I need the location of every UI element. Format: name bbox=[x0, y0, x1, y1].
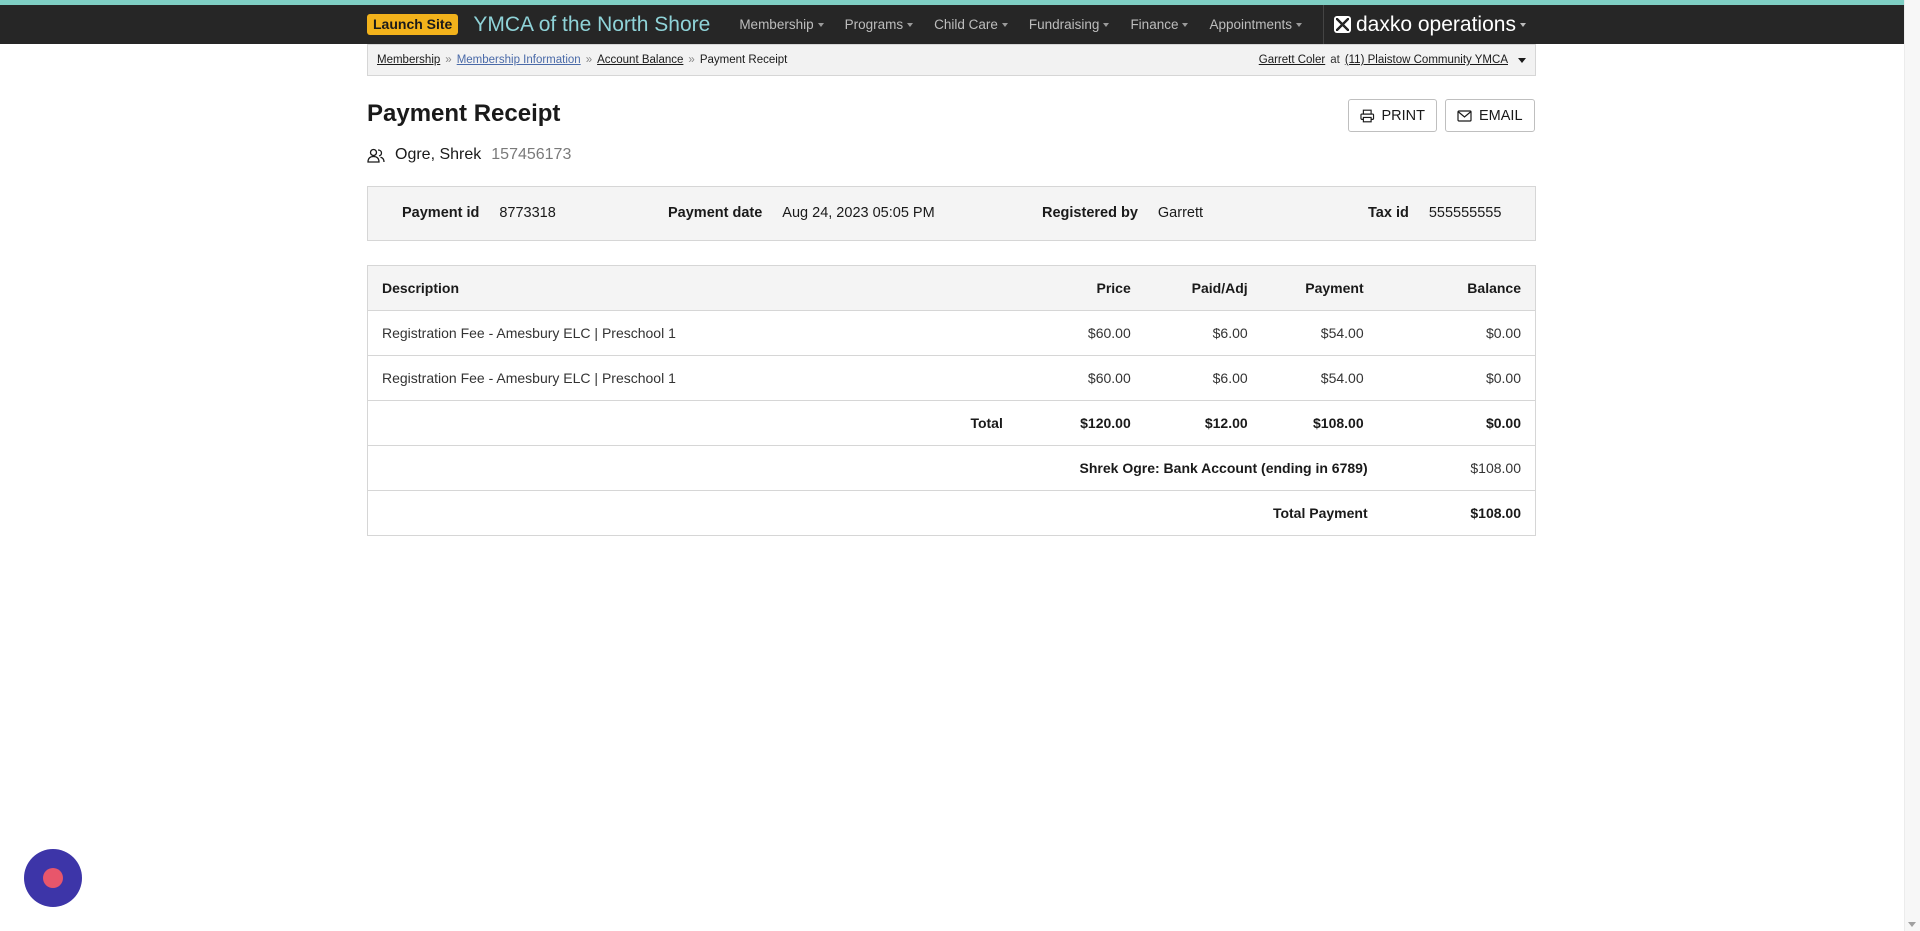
member-id: 157456173 bbox=[491, 146, 572, 163]
breadcrumb-link-membership[interactable]: Membership bbox=[377, 54, 440, 66]
organization-title[interactable]: YMCA of the North Shore bbox=[473, 13, 710, 37]
launch-site-button[interactable]: Launch Site bbox=[367, 14, 459, 35]
breadcrumb-link-account-balance[interactable]: Account Balance bbox=[597, 54, 683, 66]
nav-menu-label: Child Care bbox=[934, 17, 998, 32]
chevron-down-icon bbox=[1296, 22, 1303, 27]
total-payment-amount: $108.00 bbox=[1470, 505, 1521, 521]
payment-id-value: 8773318 bbox=[499, 205, 556, 221]
breadcrumb-separator: » bbox=[585, 54, 593, 66]
row-balance: $0.00 bbox=[1377, 355, 1536, 401]
row-paid-adj: $6.00 bbox=[1144, 310, 1262, 356]
vertical-scrollbar[interactable] bbox=[1904, 0, 1920, 931]
breadcrumb-current: Payment Receipt bbox=[699, 54, 788, 66]
current-user-link[interactable]: Garrett Coler bbox=[1259, 54, 1325, 66]
chevron-down-icon bbox=[1103, 22, 1110, 27]
breadcrumb-separator: » bbox=[688, 54, 695, 66]
table-row: Registration Fee - Amesbury ELC | Presch… bbox=[367, 310, 1536, 356]
payment-method-row: Shrek Ogre: Bank Account (ending in 6789… bbox=[367, 445, 1536, 491]
tax-id-field: Tax id 555555555 bbox=[1368, 205, 1501, 221]
row-description: Registration Fee - Amesbury ELC | Presch… bbox=[367, 355, 1017, 401]
email-button-label: EMAIL bbox=[1479, 107, 1523, 124]
row-paid-adj: $6.00 bbox=[1144, 355, 1262, 401]
page-title: Payment Receipt bbox=[367, 100, 561, 127]
nav-menu-label: Programs bbox=[844, 17, 904, 32]
member-name: Ogre, Shrek bbox=[395, 146, 482, 163]
total-payment-label: Total Payment bbox=[1272, 505, 1368, 521]
payment-items-table: Description Price Paid/Adj Payment Balan… bbox=[367, 265, 1536, 536]
total-payment: $108.00 bbox=[1261, 400, 1378, 446]
registered-by-value: Garrett bbox=[1157, 205, 1204, 221]
print-button[interactable]: PRINT bbox=[1348, 99, 1437, 132]
member-summary: Ogre, Shrek 157456173 bbox=[367, 145, 571, 165]
registered-by-label: Registered by bbox=[1042, 205, 1138, 221]
chevron-down-icon bbox=[907, 22, 914, 27]
breadcrumb-separator: » bbox=[445, 54, 452, 66]
chevron-down-icon bbox=[1001, 22, 1008, 27]
payment-id-label: Payment id bbox=[402, 205, 480, 221]
payment-date-label: Payment date bbox=[668, 205, 763, 221]
chevron-down-icon bbox=[817, 22, 824, 27]
print-button-label: PRINT bbox=[1381, 107, 1426, 124]
totals-row: Total $120.00 $12.00 $108.00 $0.00 bbox=[367, 400, 1536, 446]
top-navigation-bar: Launch Site YMCA of the North Shore Memb… bbox=[0, 5, 1904, 44]
payment-info-panel: Payment id 8773318 Payment date Aug 24, 20… bbox=[367, 186, 1536, 241]
payment-date-field: Payment date Aug 24, 2023 05:05 PM bbox=[668, 205, 935, 221]
payment-date-value: Aug 24, 2023 05:05 PM bbox=[782, 205, 935, 221]
chevron-down-icon bbox=[1519, 22, 1526, 27]
payment-method-label: Shrek Ogre: Bank Account (ending in 6789… bbox=[367, 445, 1378, 491]
total-balance: $0.00 bbox=[1377, 400, 1536, 446]
total-price: $120.00 bbox=[1016, 400, 1145, 446]
nav-menu-label: Appointments bbox=[1209, 17, 1293, 32]
registered-by-field: Registered by Garrett bbox=[1042, 205, 1203, 221]
nav-menu-child-care[interactable]: Child Care bbox=[934, 17, 1008, 32]
total-label: Total bbox=[367, 400, 1017, 446]
column-header-paid-adj: Paid/Adj bbox=[1144, 265, 1262, 311]
row-description: Registration Fee - Amesbury ELC | Presch… bbox=[367, 310, 1017, 356]
brand-label: daxko operations bbox=[1356, 12, 1516, 36]
nav-menu-label: Membership bbox=[739, 17, 814, 32]
payment-method-amount: $108.00 bbox=[1377, 445, 1536, 491]
email-button[interactable]: EMAIL bbox=[1445, 99, 1535, 132]
column-header-description: Description bbox=[367, 265, 1017, 311]
location-link[interactable]: (11) Plaistow Community YMCA bbox=[1345, 54, 1508, 66]
nav-menu-label: Finance bbox=[1130, 17, 1179, 32]
nav-menu-finance[interactable]: Finance bbox=[1130, 17, 1189, 32]
row-payment: $54.00 bbox=[1261, 355, 1378, 401]
table-row: Registration Fee - Amesbury ELC | Presch… bbox=[367, 355, 1536, 401]
nav-menu-programs[interactable]: Programs bbox=[845, 17, 914, 32]
row-price: $60.00 bbox=[1016, 310, 1145, 356]
envelope-icon bbox=[1457, 109, 1472, 122]
daxko-logo-icon bbox=[1334, 16, 1351, 33]
breadcrumb: Membership » Membership Information » Ac… bbox=[367, 44, 1536, 76]
breadcrumb-link-membership-information[interactable]: Membership Information bbox=[457, 54, 581, 66]
total-payment-row: Total Payment $108.00 bbox=[368, 491, 1536, 536]
nav-menu-label: Fundraising bbox=[1028, 17, 1100, 32]
chat-launcher-icon bbox=[43, 868, 63, 888]
scroll-down-arrow-icon[interactable] bbox=[1908, 922, 1916, 927]
table-header-row: Description Price Paid/Adj Payment Balan… bbox=[367, 265, 1536, 311]
user-location-area: Garrett Coler at (11) Plaistow Community… bbox=[1259, 54, 1526, 66]
chat-launcher-button[interactable] bbox=[24, 849, 82, 907]
row-price: $60.00 bbox=[1016, 355, 1145, 401]
payment-id-field: Payment id 8773318 bbox=[402, 205, 556, 221]
chevron-down-icon bbox=[1182, 22, 1189, 27]
daxko-brand-menu[interactable]: daxko operations bbox=[1323, 5, 1535, 44]
row-balance: $0.00 bbox=[1377, 310, 1536, 356]
nav-menu-fundraising[interactable]: Fundraising bbox=[1029, 17, 1110, 32]
user-at-label: at bbox=[1330, 54, 1340, 66]
tax-id-label: Tax id bbox=[1368, 205, 1409, 221]
tax-id-value: 555555555 bbox=[1428, 205, 1502, 221]
printer-icon bbox=[1360, 109, 1375, 122]
location-dropdown-icon[interactable] bbox=[1518, 57, 1526, 63]
top-navigation-inner: Launch Site YMCA of the North Shore Memb… bbox=[367, 5, 1535, 44]
total-paid-adj: $12.00 bbox=[1144, 400, 1262, 446]
nav-menu-membership[interactable]: Membership bbox=[739, 17, 824, 32]
column-header-price: Price bbox=[1016, 265, 1145, 311]
row-payment: $54.00 bbox=[1261, 310, 1378, 356]
nav-menu-appointments[interactable]: Appointments bbox=[1209, 17, 1303, 32]
column-header-payment: Payment bbox=[1261, 265, 1378, 311]
column-header-balance: Balance bbox=[1377, 265, 1536, 311]
users-icon bbox=[367, 148, 385, 163]
